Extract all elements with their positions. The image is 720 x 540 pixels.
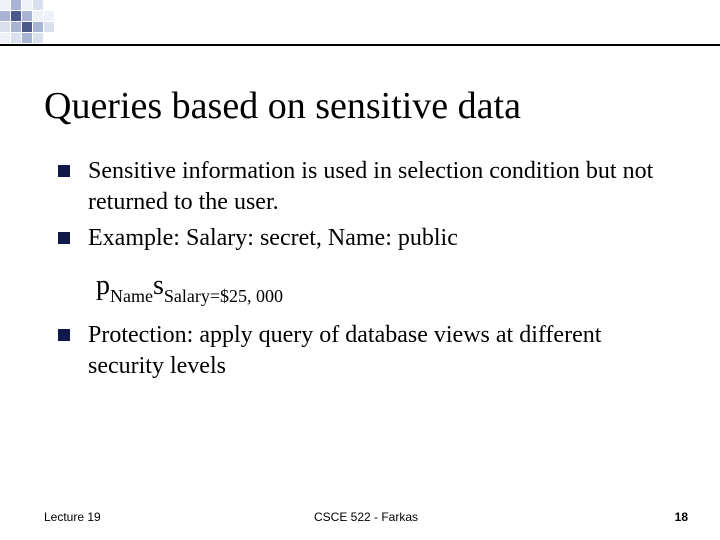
pi-subscript: Name <box>110 286 153 306</box>
header-decoration <box>0 0 720 46</box>
slide-title: Queries based on sensitive data <box>44 84 676 128</box>
slide-footer: Lecture 19 CSCE 522 - Farkas 18 <box>44 504 688 524</box>
slide: Queries based on sensitive data Sensitiv… <box>0 0 720 540</box>
pi-symbol: p <box>96 270 110 301</box>
bullet-text: Protection: apply query of database view… <box>88 322 601 379</box>
footer-left: Lecture 19 <box>44 510 101 524</box>
bullet-text: Sensitive information is used in selecti… <box>88 158 653 215</box>
sigma-symbol: s <box>153 270 164 301</box>
bullet-item: Example: Salary: secret, Name: public <box>58 223 676 254</box>
bullet-text: Example: Salary: secret, Name: public <box>88 225 458 251</box>
slide-body: Sensitive information is used in selecti… <box>58 156 676 388</box>
square-bullet-icon <box>58 165 70 177</box>
footer-center: CSCE 522 - Farkas <box>314 510 418 524</box>
checker-pattern <box>0 0 54 43</box>
bullet-item: Sensitive information is used in selecti… <box>58 156 676 217</box>
sigma-subscript: Salary=$25, 000 <box>164 286 283 306</box>
relational-algebra-formula: pNamesSalary=$25, 000 <box>96 268 676 306</box>
square-bullet-icon <box>58 232 70 244</box>
footer-page-number: 18 <box>675 510 688 524</box>
square-bullet-icon <box>58 329 70 341</box>
bullet-item: Protection: apply query of database view… <box>58 320 676 381</box>
header-rule <box>0 44 720 46</box>
